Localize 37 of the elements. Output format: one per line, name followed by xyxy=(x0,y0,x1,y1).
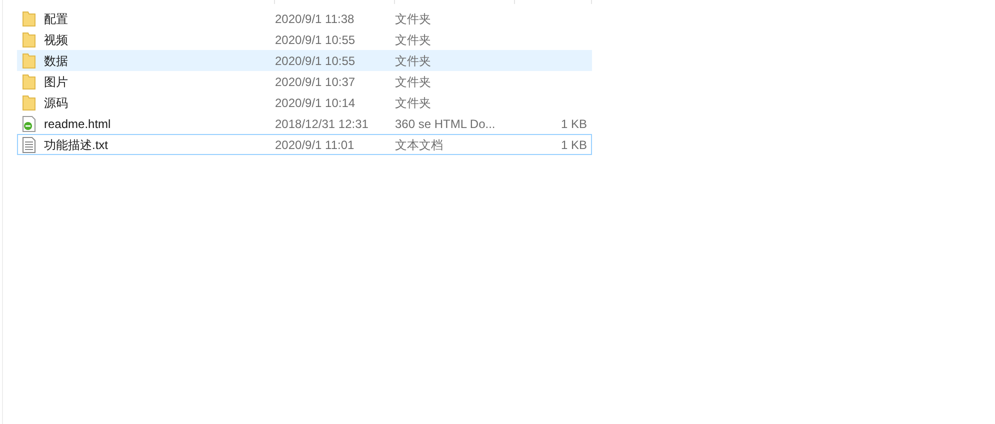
modified-date: 2018/12/31 12:31 xyxy=(275,116,368,130)
file-type: 文件夹 xyxy=(395,96,431,110)
file-name: 源码 xyxy=(44,94,68,112)
modified-date: 2020/9/1 11:38 xyxy=(275,12,354,26)
file-type: 文件夹 xyxy=(395,12,431,26)
modified-date: 2020/9/1 10:55 xyxy=(275,32,356,46)
modified-date: 2020/9/1 11:01 xyxy=(275,138,354,152)
file-type: 文件夹 xyxy=(395,54,431,68)
file-type: 文本文档 xyxy=(395,138,443,152)
file-row[interactable]: 配置 2020/9/1 11:38 文件夹 xyxy=(17,8,592,29)
file-name: 数据 xyxy=(44,52,68,70)
file-type: 360 se HTML Do... xyxy=(395,116,496,130)
modified-date: 2020/9/1 10:14 xyxy=(275,96,356,110)
file-name: 功能描述.txt xyxy=(44,136,108,154)
file-row[interactable]: 数据 2020/9/1 10:55 文件夹 xyxy=(17,50,592,71)
file-type: 文件夹 xyxy=(395,74,431,88)
folder-icon xyxy=(22,74,36,90)
modified-date: 2020/9/1 10:37 xyxy=(275,74,356,88)
folder-icon xyxy=(22,94,36,110)
file-row[interactable]: readme.html 2018/12/31 12:31 360 se HTML Do... 1 KB xyxy=(17,113,592,134)
file-size: 1 KB xyxy=(560,138,587,152)
folder-icon xyxy=(22,52,36,68)
file-type: 文件夹 xyxy=(395,32,431,46)
folder-icon xyxy=(22,10,36,26)
folder-icon xyxy=(22,32,36,48)
file-row[interactable]: 源码 2020/9/1 10:14 文件夹 xyxy=(17,92,592,113)
file-name: 配置 xyxy=(44,10,68,28)
file-name: 图片 xyxy=(44,74,68,90)
file-name: 视频 xyxy=(44,32,68,48)
file-row[interactable]: 视频 2020/9/1 10:55 文件夹 xyxy=(17,29,592,50)
file-size: 1 KB xyxy=(560,116,587,130)
file-row[interactable]: 图片 2020/9/1 10:37 文件夹 xyxy=(17,71,592,92)
html-file-icon xyxy=(22,116,36,132)
text-file-icon xyxy=(22,136,36,152)
modified-date: 2020/9/1 10:55 xyxy=(275,54,356,68)
file-row[interactable]: 功能描述.txt 2020/9/1 11:01 文本文档 1 KB xyxy=(17,134,592,155)
file-name: readme.html xyxy=(44,116,111,132)
